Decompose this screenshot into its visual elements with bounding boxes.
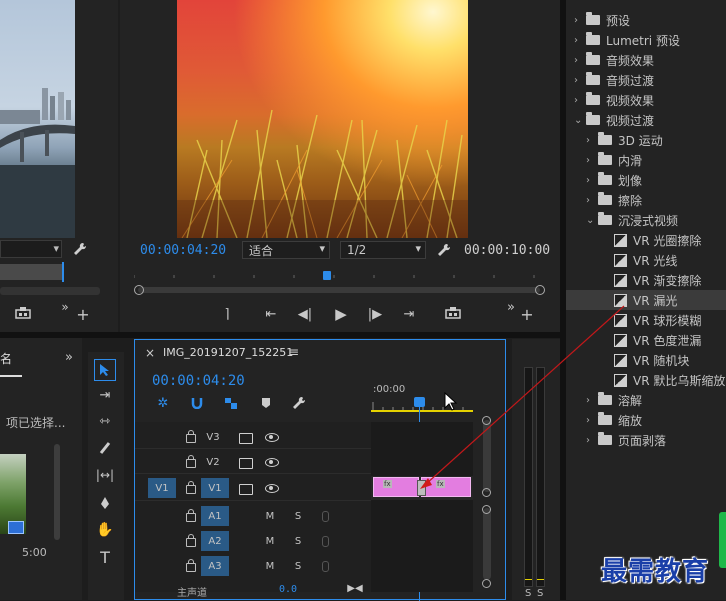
watermark-text: 最需教育 bbox=[601, 557, 710, 587]
drag-arrow-overlay bbox=[420, 305, 625, 489]
mouse-cursor-icon bbox=[444, 392, 458, 411]
